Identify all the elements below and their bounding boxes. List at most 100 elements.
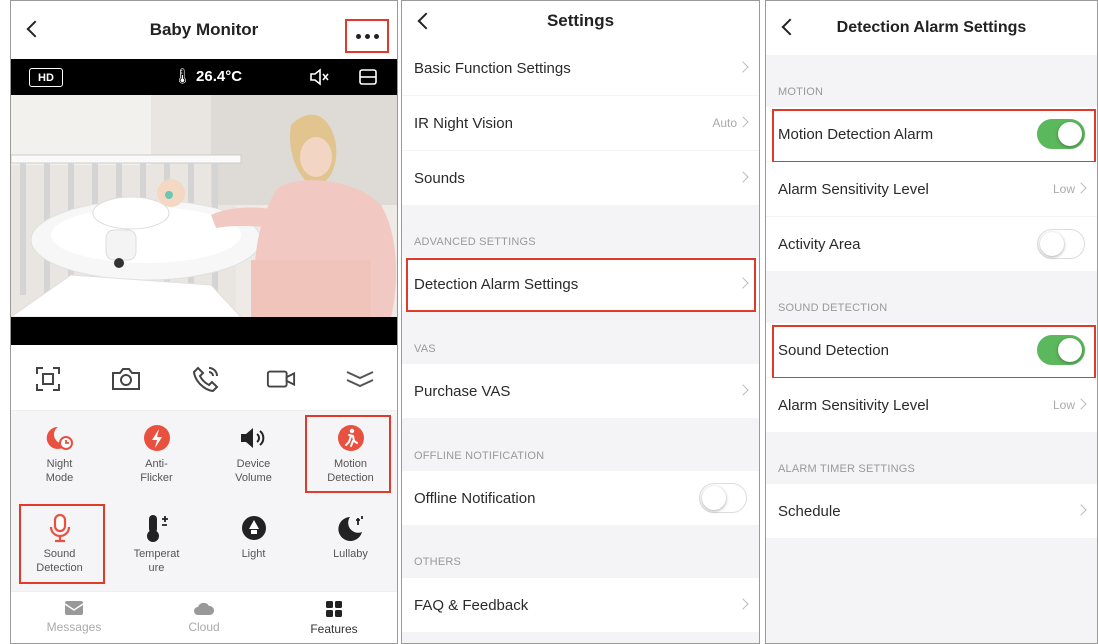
feature-light[interactable]: Light <box>205 501 302 591</box>
back-button[interactable] <box>414 7 438 35</box>
screenshot-icon <box>36 367 60 391</box>
setting-schedule[interactable]: Schedule <box>766 484 1097 538</box>
setting-value: Low <box>1052 398 1075 412</box>
collapse-button[interactable] <box>345 365 375 393</box>
record-icon <box>266 370 296 388</box>
tab-label: Cloud <box>188 620 220 634</box>
chevron-right-icon <box>1075 504 1087 516</box>
section-header: OFFLINE NOTIFICATION <box>414 450 545 462</box>
thermometer-icon <box>142 513 172 543</box>
setting-ir-night-vision[interactable]: IR Night Vision Auto <box>402 96 759 150</box>
section-header: VAS <box>414 343 436 355</box>
chevron-right-icon <box>737 598 749 610</box>
feature-lullaby[interactable]: Lullaby <box>302 501 397 591</box>
chevron-right-icon <box>737 171 749 183</box>
tab-label: Messages <box>46 620 102 634</box>
features-icon <box>326 601 342 617</box>
sound-detection-highlight <box>772 325 1096 379</box>
collapse-icon <box>346 371 374 388</box>
tab-label: Features <box>310 622 358 636</box>
toggle-knob <box>702 486 726 510</box>
more-options-button[interactable] <box>345 19 389 53</box>
baby-monitor-screen: Baby Monitor HD 🌡 26.4°C Night Mode Anti… <box>10 0 398 644</box>
toggle-knob <box>1040 232 1064 256</box>
dot <box>373 33 379 39</box>
hd-toggle[interactable]: HD <box>29 68 63 87</box>
setting-label: FAQ & Feedback <box>414 596 529 614</box>
section-header: MOTION <box>778 86 824 98</box>
record-button[interactable] <box>266 365 296 393</box>
page-title: Detection Alarm Settings <box>836 19 1027 36</box>
talk-button[interactable] <box>191 365 221 393</box>
screenshot-button[interactable] <box>33 365 63 393</box>
anti-flicker-icon <box>142 423 172 453</box>
video-bottom-bar <box>11 317 397 345</box>
page-title: Baby Monitor <box>149 20 259 39</box>
chevron-right-icon <box>737 61 749 73</box>
setting-purchase-vas[interactable]: Purchase VAS <box>402 364 759 418</box>
snapshot-button[interactable] <box>111 365 141 393</box>
setting-value: Low <box>1052 182 1075 196</box>
light-icon <box>239 513 269 543</box>
chevron-right-icon <box>737 116 749 128</box>
section-header: SOUND DETECTION <box>778 302 888 314</box>
volume-icon <box>239 423 269 453</box>
dot <box>364 33 370 39</box>
video-scene <box>11 95 397 317</box>
setting-offline-notification: Offline Notification <box>402 471 759 525</box>
call-icon <box>192 366 219 393</box>
setting-label: Basic Function Settings <box>414 59 571 77</box>
setting-label: Offline Notification <box>414 489 536 507</box>
live-video-feed[interactable] <box>11 95 397 317</box>
feature-temperature[interactable]: Temperat ure <box>108 501 205 591</box>
setting-label: Purchase VAS <box>414 382 511 400</box>
feature-anti-flicker[interactable]: Anti- Flicker <box>108 411 205 501</box>
video-status-bar: HD 🌡 26.4°C <box>11 59 397 95</box>
detection-header: Detection Alarm Settings <box>766 1 1097 55</box>
offline-notification-toggle[interactable] <box>699 483 747 513</box>
sound-detection-highlight <box>19 504 105 584</box>
motion-alarm-highlight <box>772 109 1096 163</box>
feature-device-volume[interactable]: Device Volume <box>205 411 302 501</box>
section-header: ADVANCED SETTINGS <box>414 236 536 248</box>
page-title: Settings <box>546 11 615 30</box>
tab-cloud[interactable]: Cloud <box>159 600 249 634</box>
setting-label: Sounds <box>414 169 465 187</box>
setting-basic-function[interactable]: Basic Function Settings <box>402 41 759 95</box>
chevron-right-icon <box>737 384 749 396</box>
tab-messages[interactable]: Messages <box>29 600 119 634</box>
cloud-icon <box>194 602 215 615</box>
chevron-right-icon <box>1075 182 1087 194</box>
chevron-left-icon <box>26 20 44 38</box>
tab-features[interactable]: Features <box>289 600 379 636</box>
back-button[interactable] <box>23 15 47 43</box>
lullaby-icon <box>336 513 366 543</box>
motion-detection-highlight <box>305 415 391 493</box>
setting-activity-area: Activity Area <box>766 217 1097 271</box>
bottom-tab-bar: Messages Cloud Features <box>11 591 397 643</box>
setting-sound-sensitivity[interactable]: Alarm Sensitivity Level Low <box>766 378 1097 432</box>
dot <box>355 33 361 39</box>
control-toolbar <box>11 345 397 411</box>
setting-label: Schedule <box>778 502 841 520</box>
setting-label: Activity Area <box>778 235 861 253</box>
detection-alarm-settings-screen: Detection Alarm Settings MOTION Motion D… <box>765 0 1098 644</box>
back-button[interactable] <box>778 13 802 41</box>
feature-label: Anti- Flicker <box>140 458 173 484</box>
setting-motion-sensitivity[interactable]: Alarm Sensitivity Level Low <box>766 162 1097 216</box>
chevron-left-icon <box>417 12 435 30</box>
feature-label: Light <box>241 548 266 560</box>
feature-label: Device Volume <box>235 458 272 484</box>
feature-label: Temperat ure <box>133 548 180 574</box>
setting-faq-feedback[interactable]: FAQ & Feedback <box>402 578 759 632</box>
setting-sounds[interactable]: Sounds <box>402 151 759 205</box>
setting-label: Alarm Sensitivity Level <box>778 180 929 198</box>
fullscreen-icon[interactable] <box>359 69 377 85</box>
temperature-value: 26.4°C <box>196 68 243 85</box>
speaker-icon[interactable] <box>309 68 331 86</box>
feature-label: Lullaby <box>333 548 368 560</box>
chevron-left-icon <box>781 18 799 36</box>
settings-screen: Settings Basic Function Settings IR Nigh… <box>401 0 760 644</box>
activity-area-toggle[interactable] <box>1037 229 1085 259</box>
feature-night-mode[interactable]: Night Mode <box>11 411 108 501</box>
